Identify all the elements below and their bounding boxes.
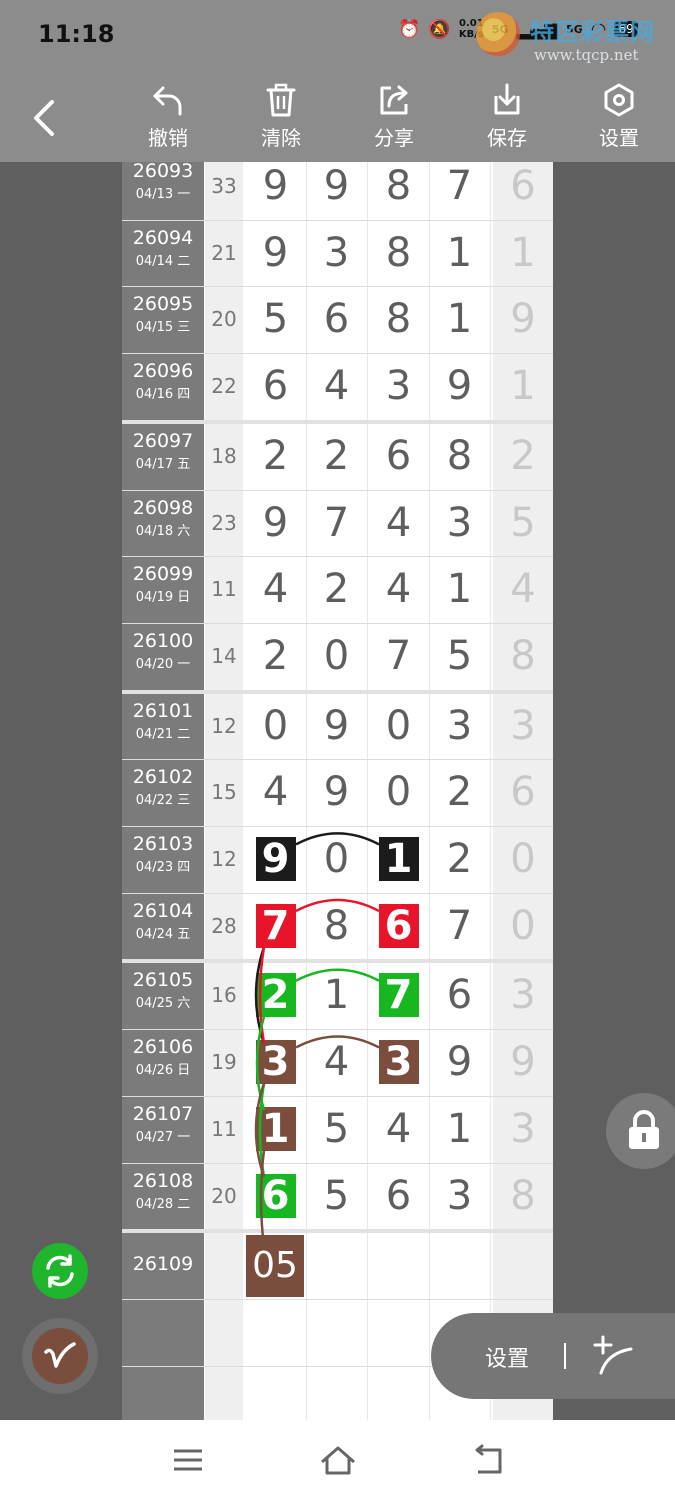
- pill-separator: [564, 1343, 566, 1369]
- sync-button[interactable]: [32, 1243, 88, 1299]
- lock-icon: [629, 1110, 659, 1149]
- connection-lines: [254, 832, 380, 1247]
- status-bar: 11:18 ⏰ 🔕 0.01 KB/s 5G ▂▄▆ 5G ◠ 69 特区彩票网…: [0, 0, 675, 78]
- system-nav-bar: [0, 1420, 675, 1500]
- share-button[interactable]: 分享: [354, 82, 434, 158]
- status-time: 11:18: [38, 20, 115, 48]
- highlight-arc: [295, 1035, 380, 1049]
- toolbar: 撤销 清除 分享 保存 设置: [0, 78, 675, 162]
- settings-button[interactable]: 设置: [579, 82, 659, 158]
- settings-label: 设置: [599, 126, 639, 150]
- highlight-arc: [295, 832, 380, 846]
- undo-icon: [153, 86, 182, 116]
- clear-label: 清除: [261, 126, 301, 150]
- watermark-title: 特区彩票网: [530, 18, 655, 46]
- back-button[interactable]: [28, 96, 64, 140]
- save-label: 保存: [487, 126, 527, 150]
- share-label: 分享: [374, 126, 414, 150]
- home-icon[interactable]: [318, 1442, 358, 1478]
- watermark-url: www.tqcp.net: [534, 46, 639, 64]
- alarm-icon: ⏰: [398, 18, 421, 40]
- sync-icon: [46, 1254, 74, 1288]
- trash-icon: [266, 83, 296, 117]
- back-arrow-icon: [34, 100, 54, 136]
- pen-color-swatch: [32, 1328, 88, 1384]
- menu-icon[interactable]: [168, 1442, 208, 1478]
- mute-icon: 🔕: [428, 18, 451, 40]
- download-icon: [494, 83, 520, 115]
- watermark: 特区彩票网 www.tqcp.net: [476, 10, 671, 70]
- pen-color-button[interactable]: [22, 1318, 98, 1394]
- lock-button[interactable]: [606, 1093, 675, 1169]
- draw-line-icon[interactable]: [591, 1333, 637, 1379]
- floating-settings-label[interactable]: 设置: [485, 1341, 529, 1373]
- pen-stroke-icon: [44, 1342, 76, 1368]
- undo-button[interactable]: 撤销: [128, 82, 208, 158]
- highlight-arc: [295, 968, 380, 982]
- watermark-logo-icon: [476, 12, 520, 56]
- undo-label: 撤销: [148, 126, 188, 150]
- clear-button[interactable]: 清除: [241, 82, 321, 158]
- back-nav-icon[interactable]: [468, 1442, 508, 1478]
- floating-settings-pill[interactable]: 设置: [431, 1313, 675, 1399]
- highlight-arc: [295, 898, 380, 913]
- save-button[interactable]: 保存: [467, 82, 547, 158]
- settings-hexagon-icon: [604, 83, 634, 117]
- share-icon: [380, 85, 408, 115]
